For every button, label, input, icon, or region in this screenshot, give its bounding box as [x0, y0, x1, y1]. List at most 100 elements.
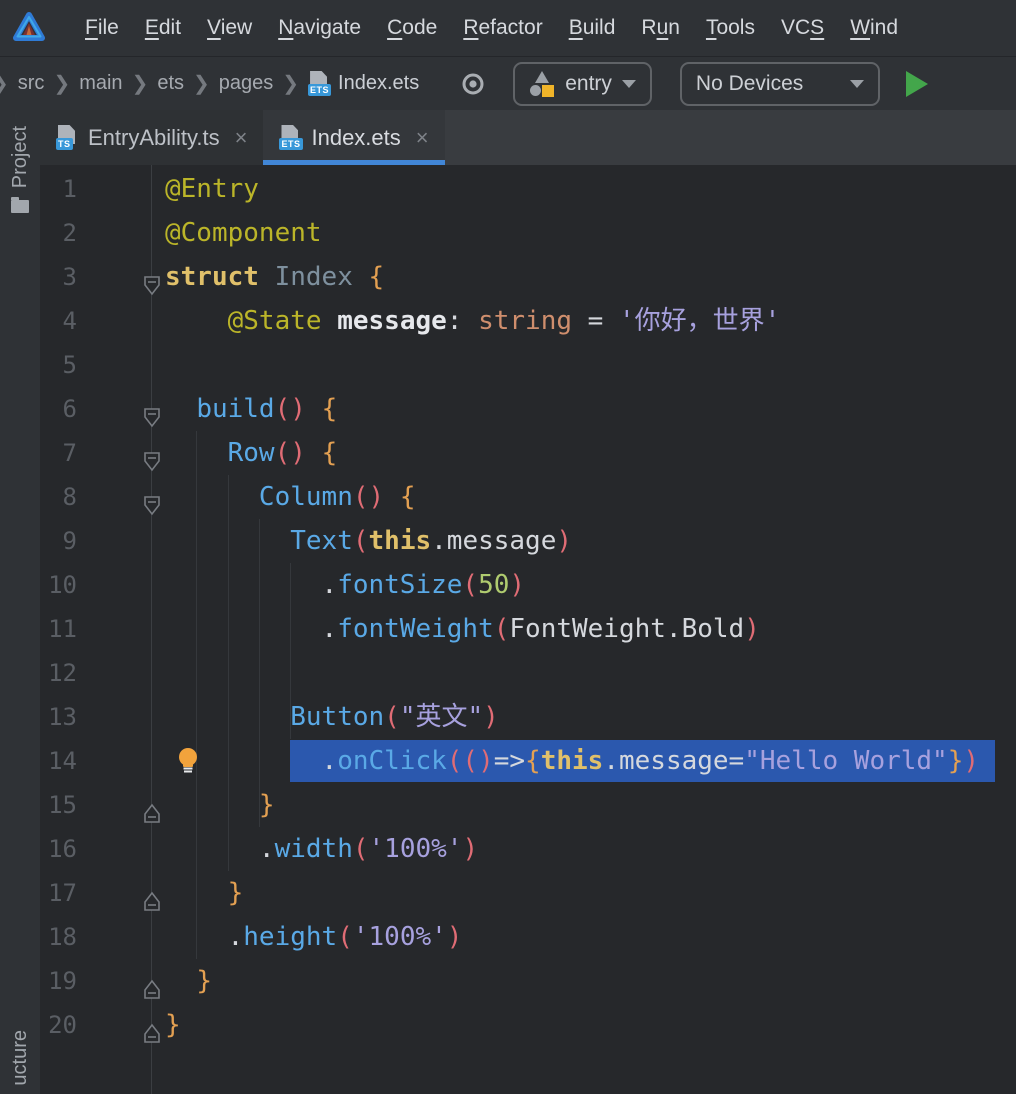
- menu-vcs[interactable]: VCS: [768, 12, 837, 44]
- code-editor[interactable]: 1@Entry2@Component3struct Index {4 @Stat…: [40, 165, 1016, 1094]
- line-number[interactable]: 14: [40, 739, 77, 783]
- editor-pane: TSEntryAbility.ts×ETSIndex.ets× 1@Entry2…: [40, 110, 1016, 1094]
- code-line-10[interactable]: 10 .fontSize(50): [40, 563, 1016, 607]
- line-number[interactable]: 8: [40, 475, 77, 519]
- code-line-12[interactable]: 12: [40, 651, 1016, 695]
- code-line-7[interactable]: 7 Row() {: [40, 431, 1016, 475]
- code-text: struct Index {: [165, 255, 384, 299]
- breadcrumb-chevron-icon: ❯: [282, 71, 299, 96]
- fold-end-icon[interactable]: [143, 970, 161, 1014]
- line-number[interactable]: 20: [40, 1003, 77, 1047]
- editor-tab-bar: TSEntryAbility.ts×ETSIndex.ets×: [40, 110, 1016, 165]
- code-line-3[interactable]: 3 struct Index {: [40, 255, 1016, 299]
- line-number[interactable]: 2: [40, 211, 77, 255]
- locate-file-icon[interactable]: [459, 70, 487, 98]
- line-number[interactable]: 17: [40, 871, 77, 915]
- menu-view[interactable]: View: [194, 12, 265, 44]
- deveco-studio-logo-icon: [12, 11, 46, 45]
- line-number[interactable]: 11: [40, 607, 77, 651]
- tab-close-icon[interactable]: ×: [235, 127, 248, 149]
- fold-start-icon[interactable]: [143, 266, 161, 310]
- device-selector[interactable]: No Devices: [680, 62, 880, 106]
- line-number[interactable]: 12: [40, 651, 77, 695]
- fold-end-icon[interactable]: [143, 882, 161, 926]
- menu-build[interactable]: Build: [556, 12, 629, 44]
- code-line-8[interactable]: 8 Column() {: [40, 475, 1016, 519]
- menu-navigate[interactable]: Navigate: [265, 12, 374, 44]
- run-configuration-selector[interactable]: entry: [513, 62, 652, 106]
- tab-label: Index.ets: [311, 125, 400, 151]
- module-icon: [529, 71, 555, 97]
- project-tool-window-label: Project: [9, 126, 32, 188]
- code-line-5[interactable]: 5: [40, 343, 1016, 387]
- line-number[interactable]: 19: [40, 959, 77, 1003]
- code-text: @State message: string = '你好，世界': [165, 299, 780, 343]
- code-line-13[interactable]: 13 Button("英文"): [40, 695, 1016, 739]
- breadcrumb-item-ets[interactable]: ets: [157, 72, 184, 95]
- code-text: }: [165, 871, 243, 915]
- menu-edit[interactable]: Edit: [132, 12, 194, 44]
- menu-file[interactable]: File: [72, 12, 132, 44]
- line-number[interactable]: 16: [40, 827, 77, 871]
- tool-window-button-project[interactable]: Project: [0, 126, 40, 213]
- breadcrumb-current-file[interactable]: ETS Index.ets: [308, 71, 419, 96]
- code-line-19[interactable]: 19 }: [40, 959, 1016, 1003]
- code-line-18[interactable]: 18 .height('100%'): [40, 915, 1016, 959]
- intention-lightbulb-icon[interactable]: [176, 746, 200, 790]
- menu-code[interactable]: Code: [374, 12, 450, 44]
- fold-start-icon[interactable]: [143, 486, 161, 530]
- code-text: .fontSize(50): [165, 563, 525, 607]
- menu-wind[interactable]: Wind: [837, 12, 911, 44]
- line-number[interactable]: 13: [40, 695, 77, 739]
- fold-start-icon[interactable]: [143, 442, 161, 486]
- line-number[interactable]: 15: [40, 783, 77, 827]
- tab-label: EntryAbility.ts: [88, 125, 220, 151]
- line-number[interactable]: 6: [40, 387, 77, 431]
- structure-tool-window-label: ucture: [9, 1030, 32, 1086]
- code-line-1[interactable]: 1@Entry: [40, 167, 1016, 211]
- line-number[interactable]: 4: [40, 299, 77, 343]
- code-line-9[interactable]: 9 Text(this.message): [40, 519, 1016, 563]
- line-number[interactable]: 5: [40, 343, 77, 387]
- menu-run[interactable]: Run: [628, 12, 693, 44]
- left-tool-strip: Project ucture: [0, 110, 41, 1094]
- line-number[interactable]: 7: [40, 431, 77, 475]
- code-line-6[interactable]: 6 build() {: [40, 387, 1016, 431]
- code-text: @Component: [165, 211, 322, 255]
- line-number[interactable]: 9: [40, 519, 77, 563]
- fold-end-icon[interactable]: [143, 794, 161, 838]
- ets-file-icon: ETS: [308, 71, 329, 96]
- run-button[interactable]: [906, 71, 928, 97]
- fold-start-icon[interactable]: [143, 398, 161, 442]
- code-line-11[interactable]: 11 .fontWeight(FontWeight.Bold): [40, 607, 1016, 651]
- navigation-toolbar: ❯ src❯main❯ets❯pages❯ ETS Index.ets entr…: [0, 57, 1016, 112]
- breadcrumb-item-main[interactable]: main: [79, 72, 122, 95]
- breadcrumb-item-src[interactable]: src: [18, 72, 45, 95]
- code-text: .width('100%'): [165, 827, 478, 871]
- line-number[interactable]: 3: [40, 255, 77, 299]
- line-number[interactable]: 18: [40, 915, 77, 959]
- code-text: Row() {: [165, 431, 337, 475]
- code-text: Column() {: [165, 475, 415, 519]
- breadcrumb-chevron-icon: ❯: [53, 71, 70, 96]
- menu-items: FileEditViewNavigateCodeRefactorBuildRun…: [72, 12, 911, 44]
- menu-refactor[interactable]: Refactor: [450, 12, 555, 44]
- editor-tab-Index.ets[interactable]: ETSIndex.ets×: [263, 110, 444, 165]
- editor-tab-EntryAbility.ts[interactable]: TSEntryAbility.ts×: [40, 110, 263, 165]
- line-number[interactable]: 10: [40, 563, 77, 607]
- fold-end-icon[interactable]: [143, 1014, 161, 1058]
- tab-close-icon[interactable]: ×: [416, 127, 429, 149]
- code-text: Button("英文"): [165, 695, 499, 739]
- code-line-4[interactable]: 4 @State message: string = '你好，世界': [40, 299, 1016, 343]
- code-line-14[interactable]: 14 .onClick(()=>{this.message="Hello Wor…: [40, 739, 1016, 783]
- code-line-17[interactable]: 17 }: [40, 871, 1016, 915]
- code-line-16[interactable]: 16 .width('100%'): [40, 827, 1016, 871]
- breadcrumb-item-pages[interactable]: pages: [219, 72, 274, 95]
- tool-window-button-structure[interactable]: ucture: [0, 1030, 40, 1086]
- code-line-2[interactable]: 2 @Component: [40, 211, 1016, 255]
- line-number[interactable]: 1: [40, 167, 77, 211]
- code-text: .onClick(()=>{this.message="Hello World"…: [165, 739, 979, 783]
- menu-tools[interactable]: Tools: [693, 12, 768, 44]
- breadcrumb-chevron-icon: ❯: [193, 71, 210, 96]
- code-line-20[interactable]: 20}: [40, 1003, 1016, 1047]
